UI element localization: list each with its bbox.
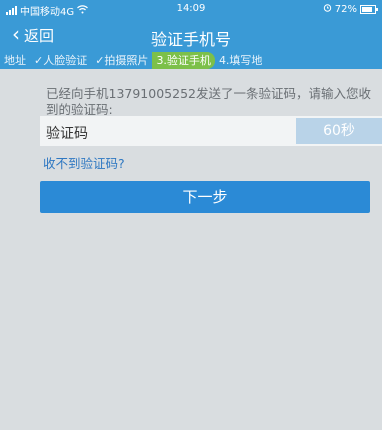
step-item: 地址 xyxy=(4,54,26,67)
page-title: 验证手机号 xyxy=(150,30,231,49)
battery-icon xyxy=(360,4,378,14)
next-button[interactable]: 下一步 xyxy=(40,181,370,213)
step-item: ✓拍摄照片 xyxy=(95,54,149,67)
code-input[interactable] xyxy=(120,116,294,148)
status-bar: 中国移动4G 14:09 72% xyxy=(0,0,382,18)
alarm-icon xyxy=(323,3,332,15)
step-item: 4.填写地 xyxy=(218,54,263,67)
resend-countdown-button[interactable]: 60秒 xyxy=(296,118,382,144)
code-label: 验证码 xyxy=(46,126,88,142)
verification-code-row: 验证码 60秒 xyxy=(40,116,382,148)
status-right: 72% xyxy=(323,3,378,15)
title-bar: ‹ 返回 验证手机号 xyxy=(0,18,382,52)
no-code-link[interactable]: 收不到验证码? xyxy=(43,153,125,172)
step-item: ✓人脸验证 xyxy=(34,54,88,67)
sms-prompt-text: 已经向手机13791005252发送了一条验证码，请输入您收到的验证码: xyxy=(46,86,371,117)
battery-percent: 72% xyxy=(334,3,357,15)
step-indicator: 地址 ✓人脸验证 ✓拍摄照片 3.验证手机 4.填写地 xyxy=(0,52,382,69)
step-item-active: 3.验证手机 xyxy=(152,52,215,69)
